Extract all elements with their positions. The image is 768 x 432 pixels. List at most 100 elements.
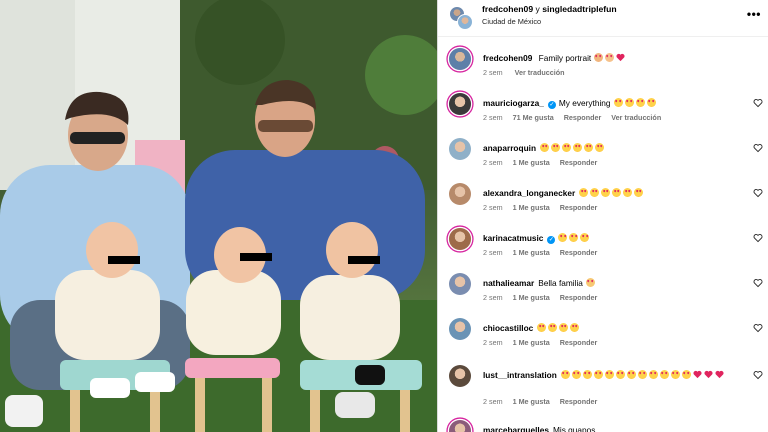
comment-username[interactable]: chiocastilloc xyxy=(483,323,533,333)
see-translation-link[interactable]: Ver traducción xyxy=(611,113,661,122)
comment-time: 2 sem xyxy=(483,338,503,347)
heart-eyes-emoji-icon xyxy=(537,323,547,332)
family-portrait-image xyxy=(0,0,437,432)
reply-button[interactable]: Responder xyxy=(560,338,598,347)
likes-count[interactable]: 71 Me gusta xyxy=(513,113,554,122)
caption-username[interactable]: fredcohen09 xyxy=(483,53,532,63)
like-heart-icon[interactable] xyxy=(753,98,763,108)
heart-eyes-emoji-icon xyxy=(623,188,633,197)
reply-button[interactable]: Responder xyxy=(564,113,602,122)
post-photo[interactable] xyxy=(0,0,437,432)
comments-panel: fredcohen09 y singledadtriplefun Ciudad … xyxy=(437,0,768,432)
avatar[interactable] xyxy=(449,228,471,250)
heart-eyes-emoji-icon xyxy=(590,188,600,197)
heart-eyes-emoji-icon xyxy=(595,143,605,152)
verified-badge-icon: ✓ xyxy=(547,101,556,109)
avatar xyxy=(457,14,473,30)
heart-eyes-emoji-icon xyxy=(646,98,656,107)
likes-count[interactable]: 1 Me gusta xyxy=(513,338,550,347)
heart-eyes-emoji-icon xyxy=(562,143,572,152)
avatar[interactable] xyxy=(449,93,471,115)
comment-username[interactable]: marcebarquelles xyxy=(483,425,549,432)
reply-button[interactable]: Responder xyxy=(560,248,598,257)
verified-badge-icon: ✓ xyxy=(547,236,556,244)
avatar[interactable] xyxy=(449,273,471,295)
avatar[interactable] xyxy=(449,48,471,70)
heart-eyes-emoji-icon xyxy=(579,188,589,197)
comment-username[interactable]: karinacatmusic xyxy=(483,233,543,243)
waving-hand-icon xyxy=(585,278,595,287)
heart-eyes-emoji-icon xyxy=(601,188,611,197)
reply-button[interactable]: Responder xyxy=(560,203,598,212)
avatar[interactable] xyxy=(449,183,471,205)
heart-eyes-emoji-icon xyxy=(559,323,569,332)
red-heart-icon xyxy=(693,370,702,379)
caption-text: Family portrait xyxy=(538,53,592,63)
see-translation-link[interactable]: Ver traducción xyxy=(515,68,565,77)
heart-eyes-emoji-icon xyxy=(634,188,644,197)
like-heart-icon[interactable] xyxy=(753,188,763,198)
heart-eyes-emoji-icon xyxy=(648,370,658,379)
location-link[interactable]: Ciudad de México xyxy=(482,17,541,26)
comment-time: 2 sem xyxy=(483,113,503,122)
like-heart-icon[interactable] xyxy=(753,278,763,288)
comment-time: 2 sem xyxy=(483,203,503,212)
heart-eyes-emoji-icon xyxy=(548,323,558,332)
red-heart-icon xyxy=(615,53,625,62)
heart-eyes-emoji-icon xyxy=(560,370,570,379)
like-heart-icon[interactable] xyxy=(753,143,763,153)
avatar[interactable] xyxy=(449,138,471,160)
like-heart-icon[interactable] xyxy=(753,323,763,333)
baby-face-icon xyxy=(604,53,614,62)
heart-eyes-emoji-icon xyxy=(624,98,634,107)
reply-button[interactable]: Responder xyxy=(560,158,598,167)
heart-eyes-emoji-icon xyxy=(681,370,691,379)
heart-eyes-emoji-icon xyxy=(551,143,561,152)
comment-time: 2 sem xyxy=(483,397,503,406)
heart-eyes-emoji-icon xyxy=(626,370,636,379)
likes-count[interactable]: 1 Me gusta xyxy=(513,248,550,257)
author-link-1[interactable]: fredcohen09 xyxy=(482,4,533,14)
heart-eyes-emoji-icon xyxy=(584,143,594,152)
heart-eyes-emoji-icon xyxy=(540,143,550,152)
comment-time: 2 sem xyxy=(483,158,503,167)
comment-time: 2 sem xyxy=(483,293,503,302)
red-heart-icon xyxy=(715,370,724,379)
heart-eyes-emoji-icon xyxy=(604,370,614,379)
reply-button[interactable]: Responder xyxy=(560,293,598,302)
heart-eyes-emoji-icon xyxy=(635,98,645,107)
comment-username[interactable]: anaparroquin xyxy=(483,143,536,153)
comment-username[interactable]: nathalieamar xyxy=(483,278,534,288)
comment-username[interactable]: alexandra_longanecker xyxy=(483,188,575,198)
heart-eyes-emoji-icon xyxy=(659,370,669,379)
heart-eyes-emoji-icon xyxy=(582,370,592,379)
reply-button[interactable]: Responder xyxy=(560,397,598,406)
like-heart-icon[interactable] xyxy=(753,370,763,380)
heart-eyes-emoji-icon xyxy=(615,370,625,379)
comment-text: Mis guapos xyxy=(552,425,596,432)
comment-username[interactable]: mauriciogarza_ xyxy=(483,98,544,108)
heart-eyes-emoji-icon xyxy=(613,98,623,107)
collab-avatars[interactable] xyxy=(449,6,473,30)
likes-count[interactable]: 1 Me gusta xyxy=(513,293,550,302)
heart-eyes-emoji-icon xyxy=(570,323,580,332)
likes-count[interactable]: 1 Me gusta xyxy=(513,158,550,167)
avatar[interactable] xyxy=(449,318,471,340)
heart-eyes-emoji-icon xyxy=(637,370,647,379)
heart-eyes-emoji-icon xyxy=(573,143,583,152)
heart-eyes-emoji-icon xyxy=(558,233,568,242)
heart-eyes-emoji-icon xyxy=(571,370,581,379)
heart-eyes-emoji-icon xyxy=(580,233,590,242)
author-link-2[interactable]: singledadtriplefun xyxy=(542,4,616,14)
more-options-icon[interactable]: ••• xyxy=(747,7,761,21)
like-heart-icon[interactable] xyxy=(753,233,763,243)
heart-eyes-emoji-icon xyxy=(569,233,579,242)
avatar[interactable] xyxy=(449,420,471,432)
likes-count[interactable]: 1 Me gusta xyxy=(513,203,550,212)
comment-username[interactable]: lust__intranslation xyxy=(483,370,557,380)
avatar[interactable] xyxy=(449,365,471,387)
likes-count[interactable]: 1 Me gusta xyxy=(513,397,550,406)
heart-eyes-emoji-icon xyxy=(593,370,603,379)
red-heart-icon xyxy=(704,370,713,379)
authors-conjunction: y xyxy=(535,4,540,14)
